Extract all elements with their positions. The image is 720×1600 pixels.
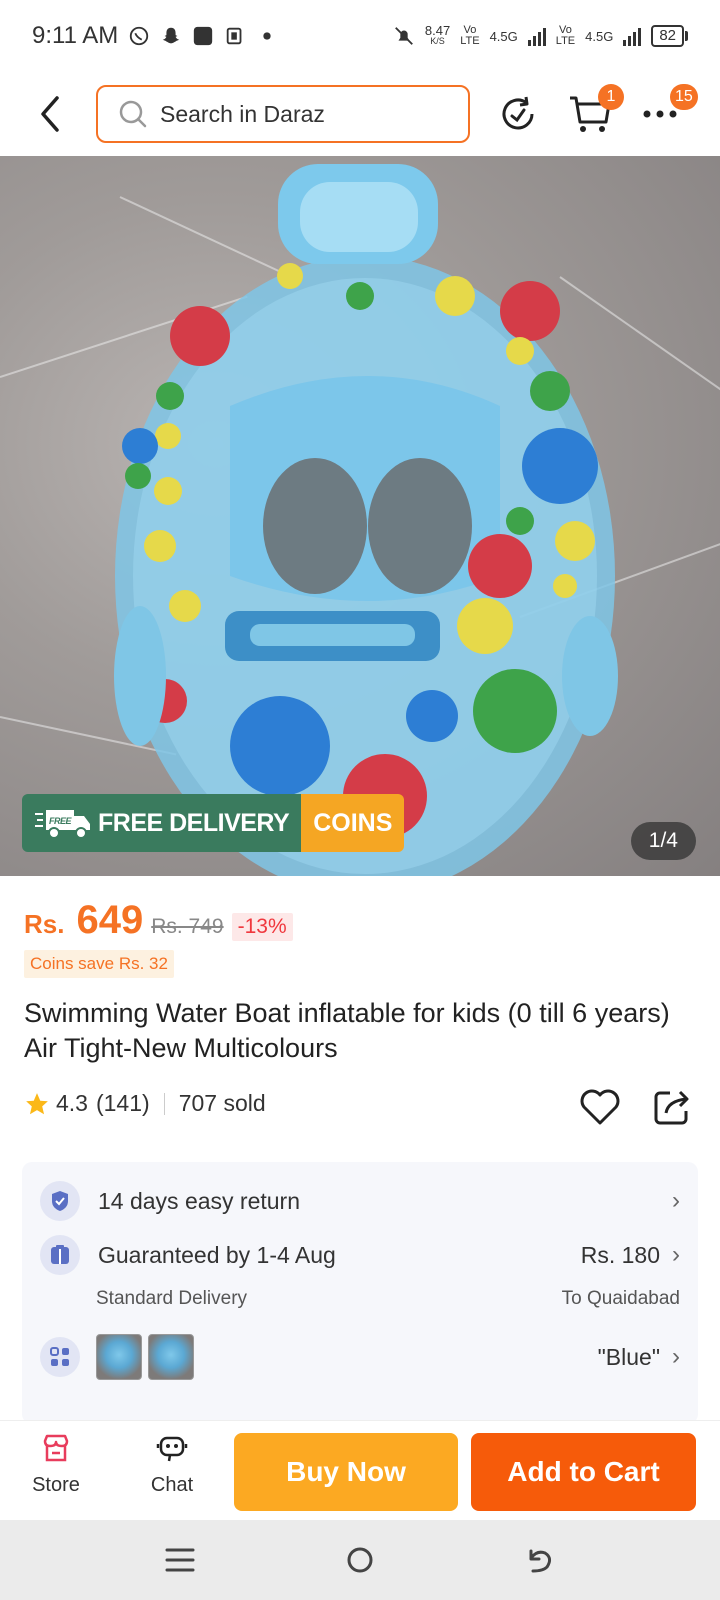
variant-thumbnails xyxy=(96,1334,200,1380)
snapchat-icon xyxy=(163,27,180,44)
status-right: 8.47 K/S Vo LTE 4.5G Vo LTE 4.5G 82 xyxy=(393,23,688,47)
delivery-row[interactable]: Guaranteed by 1-4 Aug Rs. 180 › xyxy=(40,1230,680,1280)
sim2-net: 4.5G xyxy=(585,28,614,44)
cart-badge: 1 xyxy=(598,84,624,110)
search-placeholder: Search in Daraz xyxy=(160,100,325,127)
chevron-right-icon: › xyxy=(672,1241,680,1268)
cart-button[interactable]: 1 xyxy=(562,84,624,142)
home-button[interactable] xyxy=(340,1540,380,1580)
coins-badge: COINS xyxy=(301,794,405,852)
delivery-text: Guaranteed by 1-4 Aug xyxy=(98,1241,336,1268)
return-policy-row[interactable]: 14 days easy return › xyxy=(40,1176,680,1226)
add-to-cart-button[interactable]: Add to Cart xyxy=(471,1433,696,1511)
chevron-right-icon: › xyxy=(672,1343,680,1370)
net-speed-value: 8.47 xyxy=(424,23,451,38)
price-value: 649 xyxy=(76,898,144,942)
menu-lines-icon xyxy=(165,1548,195,1572)
share-button[interactable] xyxy=(652,1087,692,1127)
system-nav-bar xyxy=(0,1520,720,1600)
return-text: 14 days easy return xyxy=(98,1187,301,1214)
coins-save-tag: Coins save Rs. 32 xyxy=(24,950,174,978)
price-currency: Rs. xyxy=(24,909,65,939)
signal-icon xyxy=(623,26,642,46)
store-label: Store xyxy=(32,1474,80,1496)
home-circle-icon xyxy=(347,1547,373,1573)
net-speed-unit: K/S xyxy=(430,36,445,46)
delivery-truck-icon: FREE xyxy=(35,810,90,839)
back-nav-icon xyxy=(529,1549,552,1573)
delivery-fee: Rs. 180 xyxy=(580,1241,660,1268)
search-icon xyxy=(119,100,147,128)
original-price: Rs. 749 xyxy=(151,915,224,938)
product-title: Swimming Water Boat inflatable for kids … xyxy=(24,998,670,1063)
sim1-sub: LTE xyxy=(460,35,480,47)
divider xyxy=(163,1092,165,1115)
chevron-right-icon: › xyxy=(672,1187,680,1214)
shield-check-icon xyxy=(40,1181,80,1221)
signal-icon xyxy=(527,26,546,46)
more-button[interactable]: 15 xyxy=(632,84,698,142)
sim1-volte: Vo LTE xyxy=(460,25,479,47)
variant-thumbnail[interactable] xyxy=(96,1334,142,1380)
status-bar: 9:11 AM 8.47 K/S Vo LTE 4.5G Vo LTE 4.5G… xyxy=(0,0,720,72)
heart-icon xyxy=(580,1089,620,1125)
chat-icon xyxy=(156,1436,188,1462)
variant-thumbnail[interactable] xyxy=(148,1334,194,1380)
battery-level: 82 xyxy=(651,25,684,47)
more-dots-icon xyxy=(643,110,677,118)
service-info-card: 14 days easy return › Guaranteed by 1-4 … xyxy=(22,1162,698,1424)
back-arrow-icon xyxy=(41,96,59,132)
delivery-type: Standard Delivery xyxy=(96,1288,248,1309)
review-count: (141) xyxy=(95,1090,150,1116)
nfc-icon xyxy=(227,27,242,45)
history-button[interactable] xyxy=(490,86,546,142)
free-icon-text: FREE xyxy=(49,816,73,826)
delivery-location: To Quaidabad xyxy=(561,1288,680,1309)
back-button[interactable] xyxy=(22,86,78,142)
store-button[interactable]: Store xyxy=(20,1433,92,1509)
grid-icon xyxy=(40,1337,80,1377)
status-time: 9:11 AM xyxy=(32,22,119,49)
product-image-gallery[interactable] xyxy=(0,156,720,876)
variant-row[interactable]: "Blue" › xyxy=(40,1332,680,1382)
rating-row[interactable]: 4.3 (141) 707 sold xyxy=(24,1090,266,1117)
sim1-net: 4.5G xyxy=(489,28,518,44)
sim2-sub: LTE xyxy=(555,35,576,47)
back-nav-button[interactable] xyxy=(520,1540,560,1580)
coins-label: COINS xyxy=(313,808,393,837)
selected-variant: "Blue" xyxy=(597,1343,660,1370)
price-row: Rs. 649 Rs. 749 -13% xyxy=(24,898,293,943)
delivery-box-icon xyxy=(40,1235,80,1275)
top-header: Search in Daraz 1 15 xyxy=(0,72,720,156)
buy-now-button[interactable]: Buy Now xyxy=(234,1433,458,1511)
app-square-icon xyxy=(194,26,213,46)
free-delivery-label: FREE DELIVERY xyxy=(98,808,290,837)
search-input[interactable]: Search in Daraz xyxy=(96,85,470,143)
whatsapp-icon xyxy=(130,26,149,46)
share-icon xyxy=(654,1090,689,1125)
image-counter: 1/4 xyxy=(630,822,696,860)
store-icon xyxy=(43,1434,69,1462)
free-delivery-badge: FREE FREE DELIVERY xyxy=(22,794,302,852)
bottom-action-bar: Store Chat Buy Now Add to Cart xyxy=(0,1420,720,1520)
history-icon xyxy=(502,96,534,130)
promo-banner: FREE FREE DELIVERY COINS xyxy=(22,794,405,852)
chat-button[interactable]: Chat xyxy=(136,1433,208,1509)
sim2-volte: Vo LTE xyxy=(556,25,575,47)
star-icon xyxy=(26,1092,48,1114)
notification-icons xyxy=(128,25,278,47)
discount-badge: -13% xyxy=(231,913,293,941)
chat-label: Chat xyxy=(150,1474,194,1496)
inflatable-boat-image xyxy=(114,164,618,876)
mute-bell-icon xyxy=(395,27,413,45)
net-speed: 8.47 K/S xyxy=(424,23,451,47)
rating-value: 4.3 xyxy=(56,1090,88,1116)
more-badge: 15 xyxy=(670,84,698,110)
sold-count: 707 sold xyxy=(178,1090,266,1116)
wishlist-button[interactable] xyxy=(578,1085,622,1129)
dot-icon xyxy=(263,32,271,40)
recents-button[interactable] xyxy=(160,1540,200,1580)
battery-icon: 82 xyxy=(651,25,688,47)
